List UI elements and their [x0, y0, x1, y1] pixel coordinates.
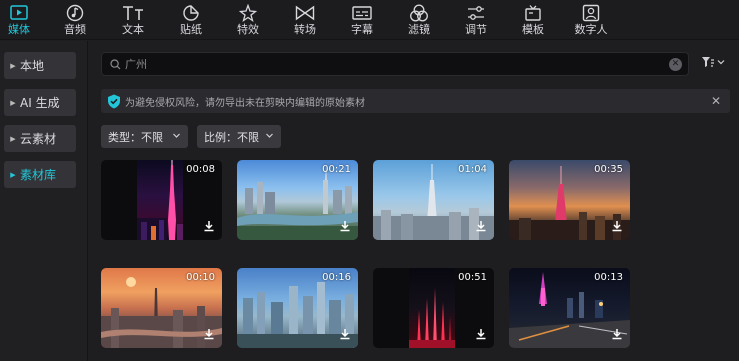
sidebar-item-local[interactable]: ▶ 本地 — [4, 52, 76, 79]
sort-filter-button[interactable] — [701, 56, 725, 68]
search-box[interactable]: ✕ — [101, 52, 689, 76]
ratio-filter-dropdown[interactable]: 比例： 不限 — [197, 125, 281, 148]
video-thumbnail — [137, 160, 183, 240]
sidebar-item-label: AI 生成 — [20, 96, 60, 110]
shield-check-icon — [107, 94, 121, 109]
download-icon[interactable] — [203, 220, 215, 232]
expand-arrow-icon: ▶ — [10, 170, 16, 179]
transition-icon — [294, 3, 316, 23]
subtitle-icon — [351, 3, 373, 23]
left-sidebar: ▶ 本地 ▶ AI 生成 ▶ 云素材 ▶ 素材库 — [0, 41, 88, 361]
expand-arrow-icon: ▶ — [10, 134, 16, 143]
download-icon[interactable] — [203, 328, 215, 340]
audio-icon — [64, 3, 86, 23]
duration-label: 00:21 — [322, 164, 351, 175]
tab-label: 音频 — [64, 23, 86, 36]
tab-label: 数字人 — [574, 23, 608, 36]
download-icon[interactable] — [475, 220, 487, 232]
sidebar-item-label: 素材库 — [20, 168, 57, 182]
asset-card[interactable]: 00:21 — [237, 160, 358, 240]
tab-filter[interactable]: 滤镜 — [400, 0, 438, 40]
text-icon — [122, 3, 144, 23]
duration-label: 00:35 — [594, 164, 623, 175]
filter-icon — [408, 3, 430, 23]
chevron-down-icon — [266, 133, 273, 138]
duration-label: 00:51 — [458, 272, 487, 283]
asset-card[interactable]: 00:10 — [101, 268, 222, 348]
type-filter-value: 不限 — [141, 130, 163, 144]
digital-human-icon — [580, 3, 602, 23]
adjust-icon — [465, 3, 487, 23]
asset-card[interactable]: 00:08 — [101, 160, 222, 240]
tab-label: 滤镜 — [408, 23, 430, 36]
tab-sticker[interactable]: 贴纸 — [172, 0, 210, 40]
tab-label: 转场 — [294, 23, 316, 36]
asset-card[interactable]: 00:35 — [509, 160, 630, 240]
tab-effects[interactable]: 特效 — [229, 0, 267, 40]
chevron-down-icon — [173, 133, 180, 138]
download-icon[interactable] — [339, 328, 351, 340]
tab-adjust[interactable]: 调节 — [457, 0, 495, 40]
download-icon[interactable] — [611, 220, 623, 232]
expand-arrow-icon: ▶ — [10, 98, 16, 107]
close-notice-icon[interactable]: ✕ — [711, 94, 721, 108]
duration-label: 00:10 — [186, 272, 215, 283]
type-filter-label: 类型： — [108, 130, 141, 144]
tab-text[interactable]: 文本 — [114, 0, 152, 40]
clear-search-icon[interactable]: ✕ — [669, 58, 682, 71]
sidebar-item-label: 本地 — [20, 59, 45, 73]
media-icon — [8, 3, 30, 23]
tab-label: 特效 — [237, 23, 259, 36]
notice-text: 为避免侵权风险，请勿导出未在剪映内编辑的原始素材 — [125, 97, 365, 109]
duration-label: 01:04 — [458, 164, 487, 175]
tab-label: 文本 — [122, 23, 144, 36]
tab-media[interactable]: 媒体 — [0, 0, 38, 40]
template-icon — [522, 3, 544, 23]
tab-label: 调节 — [465, 23, 487, 36]
tab-audio[interactable]: 音频 — [56, 0, 94, 40]
tab-transition[interactable]: 转场 — [286, 0, 324, 40]
filter-funnel-icon — [702, 57, 714, 67]
tab-template[interactable]: 模板 — [514, 0, 552, 40]
download-icon[interactable] — [339, 220, 351, 232]
tab-digital-human[interactable]: 数字人 — [571, 0, 611, 40]
expand-arrow-icon: ▶ — [10, 61, 16, 70]
duration-label: 00:13 — [594, 272, 623, 283]
sidebar-item-cloud[interactable]: ▶ 云素材 — [4, 125, 76, 152]
asset-card[interactable]: 00:13 — [509, 268, 630, 348]
sticker-icon — [180, 3, 202, 23]
tab-label: 模板 — [522, 23, 544, 36]
tab-label: 媒体 — [8, 23, 30, 36]
copyright-notice: 为避免侵权风险，请勿导出未在剪映内编辑的原始素材 ✕ — [101, 89, 730, 113]
video-thumbnail — [409, 268, 455, 348]
search-input[interactable] — [125, 57, 665, 71]
search-icon — [105, 58, 125, 70]
sidebar-item-label: 云素材 — [20, 132, 57, 146]
duration-label: 00:08 — [186, 164, 215, 175]
asset-library-panel: ✕ 为避免侵权风险，请勿导出未在剪映内编辑的原始素材 ✕ 类型：不限 比例：不限… — [89, 41, 739, 361]
sidebar-item-ai-generate[interactable]: ▶ AI 生成 — [4, 89, 76, 116]
download-icon[interactable] — [611, 328, 623, 340]
effects-icon — [237, 3, 259, 23]
download-icon[interactable] — [475, 328, 487, 340]
tab-label: 贴纸 — [180, 23, 202, 36]
ratio-filter-label: 比例： — [204, 130, 237, 144]
ratio-filter-value: 不限 — [237, 130, 259, 144]
chevron-down-icon — [717, 60, 725, 65]
duration-label: 00:16 — [322, 272, 351, 283]
tab-subtitle[interactable]: 字幕 — [343, 0, 381, 40]
type-filter-dropdown[interactable]: 类型： 不限 — [101, 125, 188, 148]
asset-card[interactable]: 01:04 — [373, 160, 494, 240]
sidebar-item-library[interactable]: ▶ 素材库 — [4, 161, 76, 188]
asset-card[interactable]: 00:16 — [237, 268, 358, 348]
tab-label: 字幕 — [351, 23, 373, 36]
asset-card[interactable]: 00:51 — [373, 268, 494, 348]
top-toolbar: 媒体 音频 文本 贴纸 特效 转场 字幕 滤镜 调节 模板 数字人 — [0, 0, 739, 40]
